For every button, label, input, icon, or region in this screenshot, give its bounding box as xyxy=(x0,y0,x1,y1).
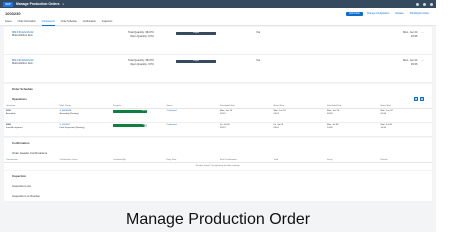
cell-status[interactable]: Confirmed xyxy=(164,122,218,137)
table-row[interactable]: 0020 Final Acceptance S_INSPEC Final Inspe… xyxy=(4,122,432,137)
component-qty: Total Quantity: 364 PC Open Quantity: 0 … xyxy=(82,59,154,66)
object-header: 1003230 Edit Order Change Configuration … xyxy=(0,8,436,19)
order-id: 1003230 xyxy=(5,11,21,16)
confirmations-subtitle: Order Header Confirmations xyxy=(12,151,48,155)
work-center-desc: Final Inspection (Routing) xyxy=(59,127,85,130)
header-actions: Edit Order Change Configuration Release … xyxy=(346,11,431,16)
app-screenshot: SAP Manage Production Orders ▾ 1003230 E… xyxy=(0,0,436,232)
cell-work-center: S_ASSEMB Assembly (Routing) xyxy=(57,108,111,123)
print-order-button[interactable]: Print/Reprint Order xyxy=(408,12,431,16)
progress-bar: 92% xyxy=(113,124,147,127)
open-qty: Open Quantity: 0 PC xyxy=(130,62,154,66)
components-panel: MM-FIN-EGGS-02 Multi-Attrition Item Tota… xyxy=(4,27,432,83)
component-desc: Multi-Attrition Item xyxy=(12,34,33,37)
component-date: Mon, Jun 24 03:36 xyxy=(403,59,417,66)
app-title[interactable]: Manage Production Orders xyxy=(16,2,60,6)
cell-scheduled-end: Mon, Jun 24 03:58 xyxy=(325,108,379,123)
tab-inspection[interactable]: Inspection xyxy=(102,19,112,26)
confirmation-panel: Confirmation Order Header Confirmations … xyxy=(4,138,432,171)
list-item[interactable]: MM-FIN-EGGS-03 Multi-Attrition Item Tota… xyxy=(4,55,432,83)
order-schedule-panel: Order Schedule Operations ⚙ ☰ Operation … xyxy=(4,84,432,137)
cell-progress: 92% xyxy=(111,122,165,137)
component-state: Yes xyxy=(256,59,261,62)
se-time: 03:58 xyxy=(327,113,333,116)
operations-header: Operations ⚙ ☰ xyxy=(4,94,432,104)
ss-time: 09:13 xyxy=(220,127,226,130)
cell-actual-end: Mon, Jul 08 14:34 xyxy=(378,122,432,137)
tab-confirmation[interactable]: Confirmation xyxy=(83,19,96,26)
section-tabs: Issues Order Information Components Orde… xyxy=(0,19,436,26)
cell-work-center: S_INSPEC Final Inspection (Routing) xyxy=(57,122,111,137)
section-title: Order Schedule xyxy=(12,87,33,91)
as-time: 09:01 xyxy=(273,127,279,130)
cell-progress: 100% xyxy=(111,108,165,123)
cell-scheduled-start: Fri, Jul 05 09:13 xyxy=(218,122,272,137)
caption: Manage Production Order xyxy=(126,211,311,228)
change-configuration-button[interactable]: Change Configuration xyxy=(365,12,391,16)
op-desc: Final Acceptance xyxy=(6,127,23,130)
component-name: MM-FIN-EGGS-02 Multi-Attrition Item xyxy=(12,31,82,37)
section-title: Inspection xyxy=(12,174,26,179)
shell-actions xyxy=(416,2,433,6)
tab-components[interactable]: Components xyxy=(41,19,55,26)
confirmations-table: Confirmation Confirmation Count Confirme… xyxy=(4,158,432,170)
inspection-lots-title: Inspection Lots xyxy=(12,184,31,189)
open-qty: Open Quantity: 0 PC xyxy=(130,34,154,38)
component-state: Yes xyxy=(256,31,261,34)
ss-time: 03:13 xyxy=(220,113,226,116)
cell-operation: 0010 Assemble xyxy=(4,108,58,123)
empty-message: No data found. Try adjusting the filter … xyxy=(195,165,241,167)
cell-scheduled-end: Mon, Jul 08 14:58 xyxy=(325,122,379,137)
table-row: No data found. Try adjusting the filter … xyxy=(4,163,432,171)
cell-actual-start: Mon, Jun 24 03:01 xyxy=(271,108,325,123)
avatar[interactable] xyxy=(430,2,433,6)
cell-actual-end: Mon, Jun 24 03:34 xyxy=(378,108,432,123)
operations-table: Operation Work Center Progress Status Sc… xyxy=(4,104,432,137)
view-settings-icon[interactable]: ☰ xyxy=(420,97,424,101)
ae-time: 03:34 xyxy=(380,113,386,116)
table-toolbar: ⚙ ☰ xyxy=(414,97,424,101)
shell-bar: SAP Manage Production Orders ▾ xyxy=(0,0,436,8)
more-icon[interactable]: ⋯ xyxy=(421,31,424,34)
tab-order-schedule[interactable]: Order Schedule xyxy=(61,19,77,26)
as-time: 03:01 xyxy=(273,113,279,116)
operations-title: Operations xyxy=(12,97,27,101)
search-icon[interactable] xyxy=(416,2,419,6)
op-desc: Assemble xyxy=(6,113,16,116)
cell-actual-start: Fri, Jul 05 09:01 xyxy=(271,122,325,137)
component-desc: Multi-Attrition Item xyxy=(12,62,33,65)
date-time: 03:36 xyxy=(410,34,418,38)
component-name: MM-FIN-EGGS-03 Multi-Attrition Item xyxy=(12,59,82,65)
cell-operation: 0020 Final Acceptance xyxy=(4,122,58,137)
edit-order-button[interactable]: Edit Order xyxy=(346,11,363,16)
date-time: 03:36 xyxy=(410,62,418,66)
ae-time: 14:34 xyxy=(380,127,386,130)
more-icon[interactable]: ⋯ xyxy=(421,59,424,62)
cell-scheduled-start: Mon, Jun 24 03:13 xyxy=(218,108,272,123)
cell-status[interactable]: Confirmed xyxy=(164,108,218,123)
progress-bar: 100% xyxy=(113,110,147,113)
se-time: 14:58 xyxy=(327,127,333,130)
release-button[interactable]: Release xyxy=(393,12,405,16)
staging-bar: Staged xyxy=(176,60,216,63)
chevron-down-icon[interactable]: ▾ xyxy=(63,3,64,6)
col-inspection-lot-number[interactable]: Inspection Lot Number xyxy=(4,191,432,201)
tab-order-information[interactable]: Order Information xyxy=(18,19,36,26)
tab-issues[interactable]: Issues xyxy=(5,19,12,26)
component-date: Mon, Jun 24 03:36 xyxy=(403,31,417,38)
stage: SAP Manage Production Orders ▾ 1003230 E… xyxy=(0,0,449,244)
inspection-panel: Inspection Inspection Lots Inspection Lo… xyxy=(4,171,432,202)
list-item[interactable]: MM-FIN-EGGS-02 Multi-Attrition Item Tota… xyxy=(4,27,432,55)
sap-logo-icon: SAP xyxy=(3,1,13,7)
notification-icon[interactable] xyxy=(423,2,426,6)
gear-icon[interactable]: ⚙ xyxy=(414,97,418,101)
work-center-desc: Assembly (Routing) xyxy=(59,113,79,116)
component-qty: Total Quantity: 364 PC Open Quantity: 0 … xyxy=(82,31,154,38)
table-row[interactable]: 0010 Assemble S_ASSEMB Assembly (Routing) … xyxy=(4,108,432,123)
staging-bar: Staged xyxy=(176,32,216,35)
section-title: Confirmation xyxy=(12,141,30,145)
